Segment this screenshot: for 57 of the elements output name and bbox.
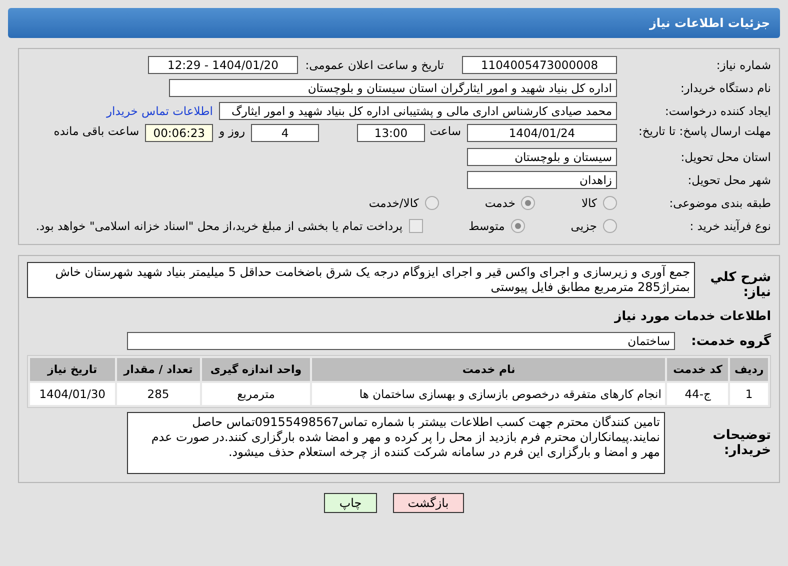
radio-label: کالا <box>581 196 597 210</box>
buyer-notes-textarea: تامین کنندگان محترم جهت کسب اطلاعات بیشتر با شماره تماس09155498567تماس حاصل نمایند.پیمانکاران محترم فرم بازدید از محل را پر کرده و مهر و امضا شده بارگزاری کنند.در صورت عدم مهر و امضا و بارگزاری این فرم در سامانه شرکت کننده از چرخه استعلام حذف میشود. <box>127 412 665 474</box>
field-label: گروه خدمت: <box>690 334 771 348</box>
summary-textarea: جمع آوری و زیرسازی و اجرای واکس قیر و اجرای ایزوگام درجه یک شرق باضخامت حداقل 5 میلیمتر بنیاد شهید شهرستان خاش بمتراژ285 مترمربع مطابق فایل پیوستی <box>27 262 695 298</box>
table-cell: انجام کارهای متفرقه درخصوص بازسازی و بهسازی ساختمان ها <box>312 383 666 405</box>
field-label: شهر محل تحویل: <box>686 173 771 187</box>
field-label: شرح کلي نياز: <box>709 269 771 300</box>
field-label: تاریخ و ساعت اعلان عمومی: <box>304 58 444 72</box>
radio-label: کالا/خدمت <box>368 196 419 210</box>
radio-button[interactable] <box>603 196 617 210</box>
service-group-field: ساختمان <box>127 332 675 350</box>
deadline-date-field: 1404/01/24 <box>467 124 617 142</box>
field-label: ساعت <box>431 124 461 138</box>
days-field: 4 <box>251 124 319 142</box>
need-number-field: 1104005473000008 <box>462 56 617 74</box>
table-cell: ج-44 <box>667 383 728 405</box>
column-header: تاریخ نیاز <box>30 358 115 381</box>
table-cell: 1 <box>730 383 768 405</box>
print-button[interactable]: چاپ <box>324 493 377 513</box>
field-label: استان محل تحویل: <box>680 150 771 164</box>
deadline-time-field: 13:00 <box>357 124 425 142</box>
radio-label: جزیی <box>570 219 597 233</box>
radio-label: متوسط <box>468 219 505 233</box>
section-title: اطلاعات خدمات مورد نیاز <box>613 307 771 325</box>
field-label: ساعت باقی مانده <box>54 124 140 138</box>
column-header: تعداد / مقدار <box>116 358 200 381</box>
radio-button[interactable] <box>510 219 525 233</box>
field-label: نوع فرآیند خرید : <box>688 219 771 233</box>
creator-field: محمد صیادی کارشناس اداری مالی و پشتیبانی اداره کل بنیاد شهید و امور ایثارگ <box>219 102 617 120</box>
field-label: توضیحات خریدار: <box>712 428 771 458</box>
back-button[interactable]: بازگشت <box>392 493 464 513</box>
column-header: نام خدمت <box>312 358 666 381</box>
radio-button[interactable] <box>603 219 617 233</box>
remaining-time-field: 00:06:23 <box>145 124 214 142</box>
checkbox[interactable] <box>408 219 423 233</box>
page-title: جزئیات اطلاعات نیاز <box>8 8 780 38</box>
city-field: زاهدان <box>467 171 617 189</box>
field-label: ایجاد کننده درخواست: <box>664 104 771 118</box>
table-cell: مترمربع <box>202 383 310 405</box>
announce-date-field: 1404/01/20 - 12:29 <box>148 56 298 74</box>
radio-label: خدمت <box>484 196 516 210</box>
buyer-field: اداره کل بنیاد شهید و امور ایثارگران استان سیستان و بلوچستان <box>169 79 617 97</box>
checkbox-label: پرداخت تمام یا بخشی از مبلغ خرید،از محل "اسناد خزانه اسلامی" خواهد بود. <box>36 219 403 233</box>
column-header: واحد اندازه گیری <box>202 358 310 381</box>
province-field: سیستان و بلوچستان <box>467 148 617 166</box>
table-cell: 285 <box>116 383 200 405</box>
column-header: کد خدمت <box>667 358 728 381</box>
field-label: روز و <box>219 124 245 138</box>
field-label: طبقه بندی موضوعی: <box>668 196 771 210</box>
field-label: شماره نیاز: <box>715 58 771 72</box>
field-label: نام دستگاه خریدار: <box>679 81 771 95</box>
radio-button[interactable] <box>521 196 536 210</box>
column-header: ردیف <box>730 358 768 381</box>
buyer-contact-link[interactable]: اطلاعات تماس خریدار <box>106 104 213 118</box>
field-label: مهلت ارسال پاسخ: تا تاریخ: <box>637 124 771 138</box>
radio-button[interactable] <box>424 196 439 210</box>
table-cell: 1404/01/30 <box>30 383 115 405</box>
